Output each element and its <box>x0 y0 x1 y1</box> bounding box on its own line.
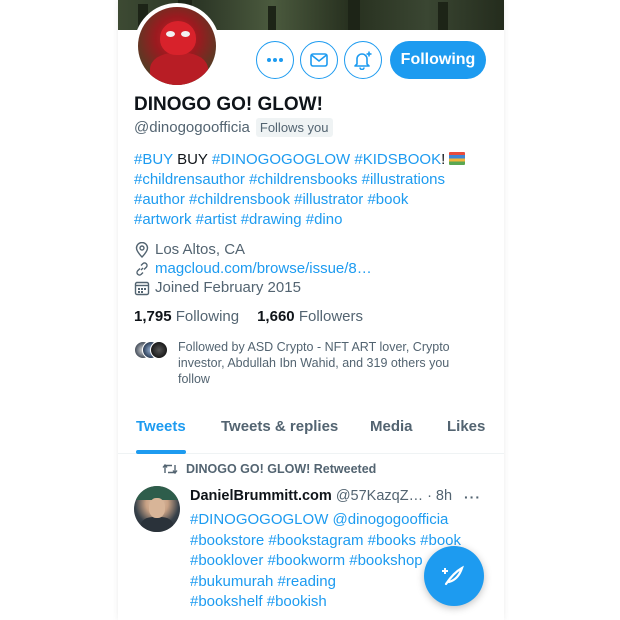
following-count: 1,795 <box>134 308 172 325</box>
bio-hashtags[interactable]: #author #childrensbook #illustrator #boo… <box>134 190 490 210</box>
link-icon <box>136 261 148 276</box>
website-link[interactable]: magcloud.com/browse/issue/8… <box>155 260 372 277</box>
more-icon <box>267 58 283 62</box>
notify-button[interactable] <box>344 41 382 79</box>
profile-bio: #BUY BUY #DINOGOGOGLOW #KIDSBOOK! #child… <box>134 150 490 230</box>
compose-feather-icon <box>442 565 464 586</box>
left-margin <box>0 0 118 620</box>
profile-screen: Following DINOGO GO! GLOW! @dinogogooffi… <box>118 0 504 620</box>
retweet-icon <box>162 463 178 475</box>
followers-count: 1,660 <box>257 308 295 325</box>
right-margin <box>504 0 620 620</box>
mail-icon <box>310 53 328 67</box>
retweet-label: DINOGO GO! GLOW! Retweeted <box>186 462 377 476</box>
profile-tabs: Tweets Tweets & replies Media Likes <box>118 404 504 454</box>
tweet-more-button[interactable]: ··· <box>464 489 481 505</box>
tweet-header: DanielBrummitt.com @57KazqZ… · 8h <box>190 488 490 504</box>
following-button[interactable]: Following <box>390 41 486 79</box>
followed-by[interactable]: Followed by ASD Crypto - NFT ART lover, … <box>134 339 484 387</box>
active-tab-indicator <box>136 450 186 454</box>
bio-line: #BUY BUY #DINOGOGOGLOW #KIDSBOOK! <box>134 150 490 170</box>
follows-you-badge: Follows you <box>255 118 333 137</box>
tab-tweets-replies[interactable]: Tweets & replies <box>221 418 338 435</box>
bio-text: BUY <box>177 151 208 168</box>
following-label: Following <box>175 308 240 325</box>
mini-avatar <box>150 341 168 359</box>
location-pin-icon <box>135 241 149 258</box>
tweet-author-handle[interactable]: @57KazqZ… <box>336 488 423 504</box>
followed-by-avatars <box>134 341 168 359</box>
following-stat[interactable]: 1,795 Following <box>134 308 239 325</box>
tweet-author-avatar[interactable] <box>134 486 180 532</box>
more-button[interactable] <box>256 41 294 79</box>
follow-stats: 1,795 Following 1,660 Followers <box>134 308 363 325</box>
location-row: Los Altos, CA <box>134 241 494 258</box>
tab-media[interactable]: Media <box>370 418 413 435</box>
hashtag-link[interactable]: #KIDSBOOK <box>354 151 441 168</box>
joined-text: Joined February 2015 <box>155 279 301 296</box>
hashtag-link[interactable]: #DINOGOGOGLOW <box>212 151 350 168</box>
hashtag-link[interactable]: #BUY <box>134 151 173 168</box>
compose-tweet-button[interactable] <box>424 546 484 606</box>
books-emoji-icon <box>449 152 466 165</box>
tab-likes[interactable]: Likes <box>447 418 485 435</box>
retweet-context: DINOGO GO! GLOW! Retweeted <box>162 462 376 476</box>
website-row: magcloud.com/browse/issue/8… <box>134 260 494 277</box>
followers-label: Followers <box>298 308 363 325</box>
handle-row: @dinogogoofficia Follows you <box>134 118 333 137</box>
profile-handle: @dinogogoofficia <box>134 119 250 136</box>
bell-plus-icon <box>354 51 372 70</box>
bio-hashtags[interactable]: #artwork #artist #drawing #dino <box>134 210 490 230</box>
message-button[interactable] <box>300 41 338 79</box>
tab-tweets[interactable]: Tweets <box>136 418 186 435</box>
bio-text: ! <box>441 151 446 168</box>
tweet-time[interactable]: · 8h <box>427 488 452 504</box>
followers-stat[interactable]: 1,660 Followers <box>257 308 363 325</box>
bio-hashtags[interactable]: #childrensauthor #childrensbooks #illust… <box>134 170 490 190</box>
followed-by-text: Followed by ASD Crypto - NFT ART lover, … <box>178 340 450 386</box>
tweet-author-name[interactable]: DanielBrummitt.com <box>190 488 332 504</box>
calendar-icon <box>134 281 150 295</box>
profile-name: DINOGO GO! GLOW! <box>134 94 323 115</box>
location-text: Los Altos, CA <box>155 241 246 258</box>
joined-row: Joined February 2015 <box>134 279 494 296</box>
tweet-line[interactable]: #DINOGOGOGLOW @dinogogoofficia <box>190 510 490 531</box>
profile-avatar[interactable] <box>134 3 220 89</box>
